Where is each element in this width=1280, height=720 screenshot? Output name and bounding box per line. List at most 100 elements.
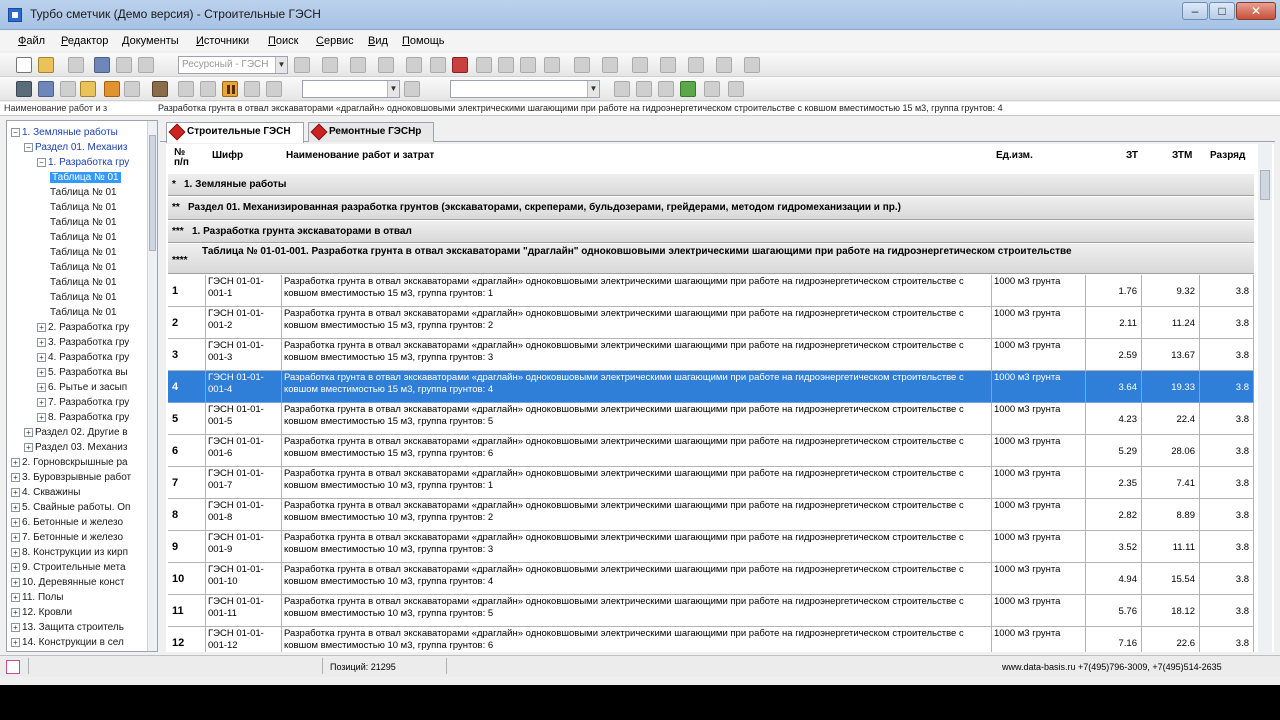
paste-icon[interactable] — [544, 57, 560, 73]
list-view-icon[interactable] — [124, 81, 140, 97]
tree-node[interactable]: +2. Разработка гру — [37, 320, 129, 335]
tree-node[interactable]: +3. Буровзрывные работ — [11, 470, 131, 485]
print-icon[interactable] — [116, 57, 132, 73]
expand-icon[interactable]: + — [37, 412, 46, 422]
search-icon[interactable] — [404, 81, 420, 97]
tab-repair-gesnr[interactable]: Ремонтные ГЭСНр — [308, 122, 434, 142]
tree-node[interactable]: Таблица № 01 — [50, 170, 121, 185]
grid-scroll-thumb[interactable] — [1260, 170, 1270, 200]
tab-construction-gesn[interactable]: Строительные ГЭСН — [166, 122, 304, 143]
expand-icon[interactable]: + — [11, 487, 20, 497]
tree-node[interactable]: +12. Кровли — [11, 605, 72, 620]
redo-icon[interactable] — [350, 57, 366, 73]
table-row[interactable]: 5 ГЭСН 01-01-001-5 Разработка грунта в отв… — [168, 403, 1254, 435]
table-row[interactable]: 7 ГЭСН 01-01-001-7 Разработка грунта в отв… — [168, 467, 1254, 499]
tree-node[interactable]: +4. Разработка гру — [37, 350, 129, 365]
menu-sources[interactable]: Источники — [196, 35, 249, 47]
tree-node[interactable]: −1. Земляные работы — [11, 125, 118, 140]
catalog-tree[interactable]: −1. Земляные работы − Раздел 01. Механиз −1… — [6, 120, 158, 652]
menu-documents[interactable]: Документы — [122, 35, 179, 47]
expand-icon[interactable]: + — [37, 367, 46, 377]
tree-node[interactable]: + Раздел 02. Другие в — [24, 425, 128, 440]
filter-clear-icon[interactable] — [704, 81, 720, 97]
table-row[interactable]: 4 ГЭСН 01-01-001-4 Разработка грунта в отв… — [168, 371, 1254, 403]
expand-icon[interactable]: + — [37, 322, 46, 332]
expand-icon[interactable]: + — [11, 532, 20, 542]
table-row[interactable]: 9 ГЭСН 01-01-001-9 Разработка грунта в отв… — [168, 531, 1254, 563]
tree-node[interactable]: +5. Разработка вы — [37, 365, 128, 380]
cut-icon[interactable] — [294, 57, 310, 73]
properties-icon[interactable] — [16, 81, 32, 97]
grid-scrollbar[interactable] — [1258, 144, 1272, 652]
expand-icon[interactable]: + — [11, 517, 20, 527]
search-combo[interactable]: ▼ — [450, 80, 600, 98]
menu-service[interactable]: Сервис — [316, 35, 354, 47]
tree-node[interactable]: Таблица № 01 — [50, 185, 117, 200]
collapse-icon[interactable]: − — [24, 142, 33, 152]
tree-node[interactable]: +11. Полы — [11, 590, 64, 605]
insert-row-icon[interactable] — [430, 57, 446, 73]
book-icon[interactable] — [94, 57, 110, 73]
tree-node[interactable]: +6. Рытье и засып — [37, 380, 127, 395]
tree-node[interactable]: +6. Бетонные и железо — [11, 515, 123, 530]
expand-icon[interactable]: + — [37, 397, 46, 407]
header-code[interactable]: Шифр — [212, 150, 243, 161]
menu-search[interactable]: Поиск — [268, 35, 298, 47]
close-button[interactable]: ✕ — [1236, 2, 1276, 20]
tree-node[interactable]: +10. Деревянные конст — [11, 575, 124, 590]
group-icon[interactable] — [660, 57, 676, 73]
header-unit[interactable]: Ед.изм. — [996, 150, 1033, 161]
group-row[interactable]: **** Таблица № 01-01-001. Разработка гру… — [168, 244, 1254, 274]
header-name[interactable]: Наименование работ и затрат — [286, 150, 434, 161]
hammer-icon[interactable] — [152, 81, 168, 97]
arrow-right-icon[interactable] — [406, 57, 422, 73]
tree-node[interactable]: Таблица № 01 — [50, 275, 117, 290]
menu-view[interactable]: Вид — [368, 35, 388, 47]
collapse-icon[interactable]: − — [11, 127, 20, 137]
tree-node[interactable]: +7. Разработка гру — [37, 395, 129, 410]
expand-icon[interactable]: + — [11, 472, 20, 482]
group-row[interactable]: ** Раздел 01. Механизированная разработк… — [168, 197, 1254, 220]
tree-node[interactable]: Таблица № 01 — [50, 305, 117, 320]
collapse-icon[interactable]: − — [37, 157, 46, 167]
arrow-left-icon[interactable] — [378, 57, 394, 73]
zoom-icon[interactable] — [614, 81, 630, 97]
tree-node[interactable]: +7. Бетонные и железо — [11, 530, 123, 545]
expand-icon[interactable]: + — [11, 502, 20, 512]
scissors-icon[interactable] — [498, 57, 514, 73]
export-icon[interactable] — [716, 57, 732, 73]
expand-icon[interactable]: + — [11, 592, 20, 602]
menu-file[interactable]: Файл — [18, 35, 45, 47]
table-icon[interactable] — [476, 57, 492, 73]
tree-node[interactable]: +3. Разработка гру — [37, 335, 129, 350]
header-zt[interactable]: ЗТ — [1126, 150, 1138, 161]
tree-node[interactable]: + Раздел 03. Механиз — [24, 440, 127, 455]
minimize-button[interactable]: – — [1182, 2, 1208, 20]
menu-editor[interactable]: Редактор — [61, 35, 108, 47]
tree-node[interactable]: − Раздел 01. Механиз — [24, 140, 127, 155]
header-num[interactable]: № п/п — [174, 148, 196, 168]
norms-grid[interactable]: № п/п Шифр Наименование работ и затрат Е… — [166, 144, 1274, 652]
expand-icon[interactable]: + — [37, 352, 46, 362]
settings-tool-icon[interactable] — [452, 57, 468, 73]
header-ztm[interactable]: ЗТМ — [1172, 150, 1192, 161]
table-row[interactable]: 10 ГЭСН 01-01-001-10 Разработка грунта в о… — [168, 563, 1254, 595]
header-razr[interactable]: Разряд — [1210, 150, 1245, 161]
sort-icon[interactable] — [632, 57, 648, 73]
expand-icon[interactable]: + — [37, 337, 46, 347]
tree-node[interactable]: Таблица № 01 — [50, 230, 117, 245]
tree-node[interactable]: Таблица № 01 — [50, 260, 117, 275]
tree-node[interactable]: Таблица № 01 — [50, 245, 117, 260]
tree-node[interactable]: Таблица № 01 — [50, 200, 117, 215]
filter-combo[interactable]: ▼ — [302, 80, 400, 98]
refresh-icon[interactable] — [266, 81, 282, 97]
check-icon[interactable] — [680, 81, 696, 97]
table-row[interactable]: 12 ГЭСН 01-01-001-12 Разработка грунта в о… — [168, 627, 1254, 652]
tree-node[interactable]: +8. Конструкции из кирп — [11, 545, 128, 560]
expand-icon[interactable]: + — [11, 637, 20, 647]
tree-node[interactable]: −1. Разработка гру — [37, 155, 129, 170]
copy-icon[interactable] — [520, 57, 536, 73]
find-next-icon[interactable] — [658, 81, 674, 97]
tree-node[interactable]: Таблица № 01 — [50, 215, 117, 230]
table-row[interactable]: 11 ГЭСН 01-01-001-11 Разработка грунта в о… — [168, 595, 1254, 627]
